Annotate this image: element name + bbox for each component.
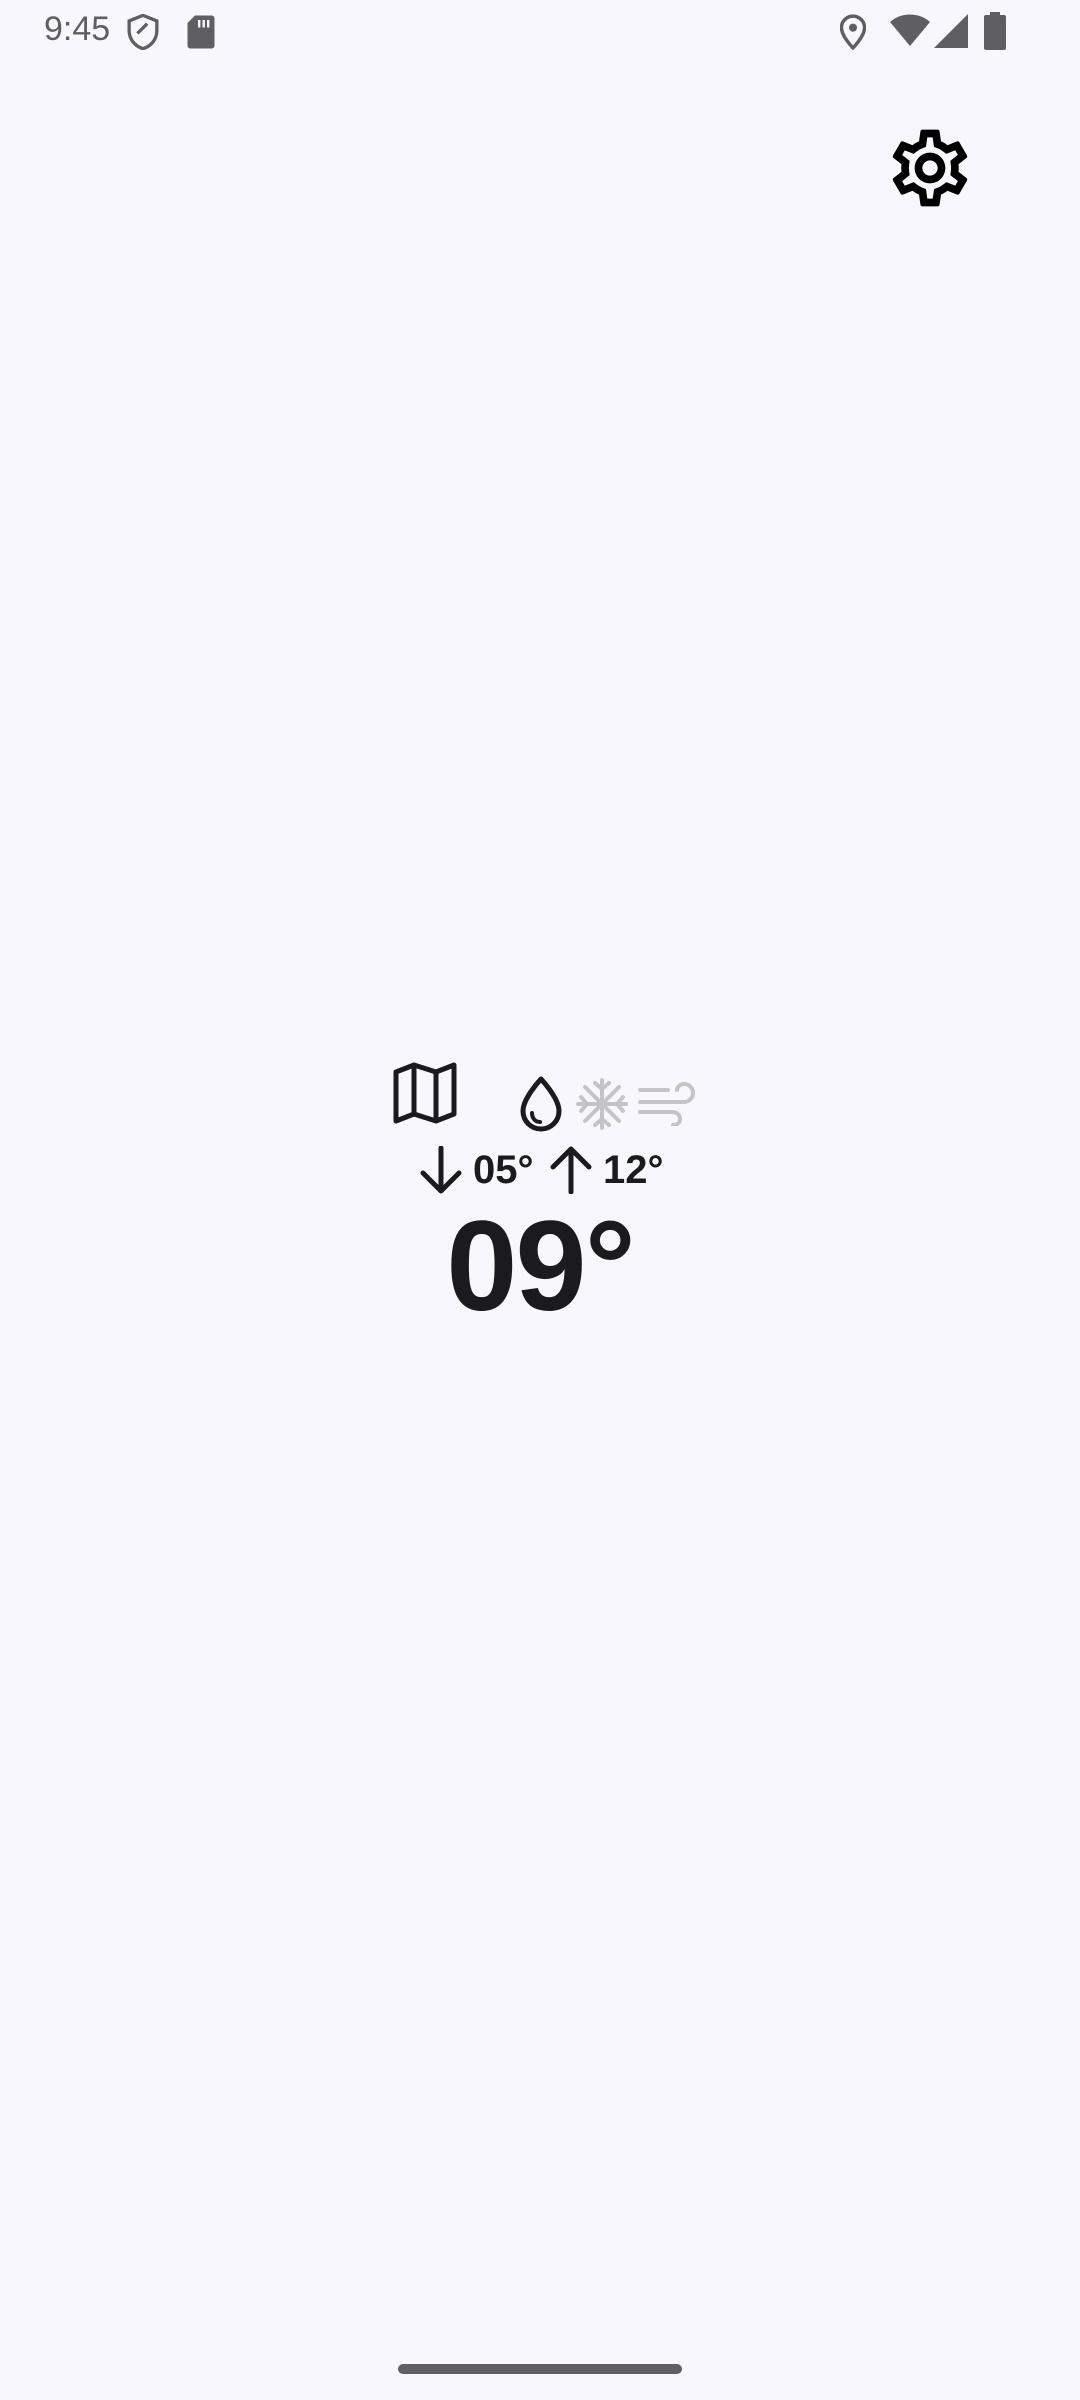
wifi-icon <box>890 14 930 46</box>
weather-widget: 05° 12° 09° <box>0 1050 1080 1350</box>
arrow-up-icon <box>550 1146 592 1194</box>
water-drop-icon <box>520 1076 562 1132</box>
status-time: 9:45 <box>44 10 111 48</box>
map-icon[interactable] <box>392 1062 458 1124</box>
cellular-signal-icon <box>934 14 968 48</box>
sd-card-icon <box>187 15 215 49</box>
temperature-range: 05° 12° <box>0 1140 1080 1200</box>
gear-icon <box>892 129 968 207</box>
wind-icon <box>638 1081 696 1126</box>
high-temperature: 12° <box>603 1148 664 1192</box>
snowflake-icon <box>576 1078 628 1130</box>
current-temperature: 09° <box>446 1195 636 1338</box>
battery-icon <box>984 12 1006 50</box>
shield-icon <box>127 14 159 50</box>
home-indicator[interactable] <box>398 2364 682 2374</box>
low-temperature: 05° <box>473 1148 534 1192</box>
status-bar: 9:45 <box>0 0 1080 64</box>
location-icon <box>840 14 866 50</box>
arrow-down-icon <box>420 1146 462 1194</box>
settings-button[interactable] <box>880 118 980 218</box>
